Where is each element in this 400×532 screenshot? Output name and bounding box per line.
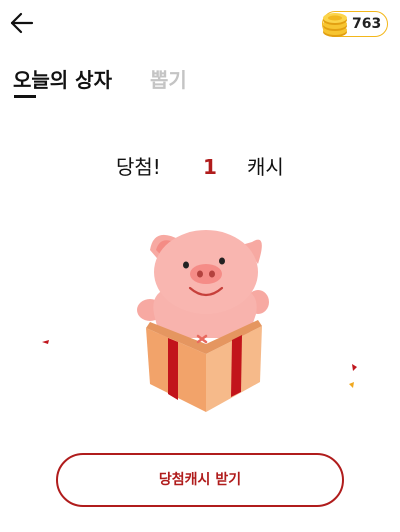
win-amount: 1 bbox=[203, 155, 217, 179]
coin-count: 763 bbox=[352, 16, 382, 32]
back-button[interactable] bbox=[8, 10, 36, 36]
confetti-piece bbox=[349, 364, 357, 388]
tab-draw[interactable]: 뽑기 bbox=[150, 66, 187, 94]
confetti-piece bbox=[42, 340, 49, 344]
arrow-left-icon bbox=[10, 12, 34, 34]
today-box-screen: 763 오늘의 상자 뽑기 당첨! 1 캐시 당첨캐시 받기 bbox=[0, 0, 400, 532]
tab-today-box[interactable]: 오늘의 상자 bbox=[13, 66, 112, 94]
win-label: 당첨! bbox=[116, 155, 161, 179]
pig-in-gift-box-icon bbox=[137, 230, 269, 412]
active-tab-indicator bbox=[14, 95, 36, 98]
cash-label: 캐시 bbox=[247, 155, 284, 179]
gold-coin-stack-icon bbox=[323, 13, 347, 37]
claim-cash-button[interactable]: 당첨캐시 받기 bbox=[56, 453, 344, 507]
